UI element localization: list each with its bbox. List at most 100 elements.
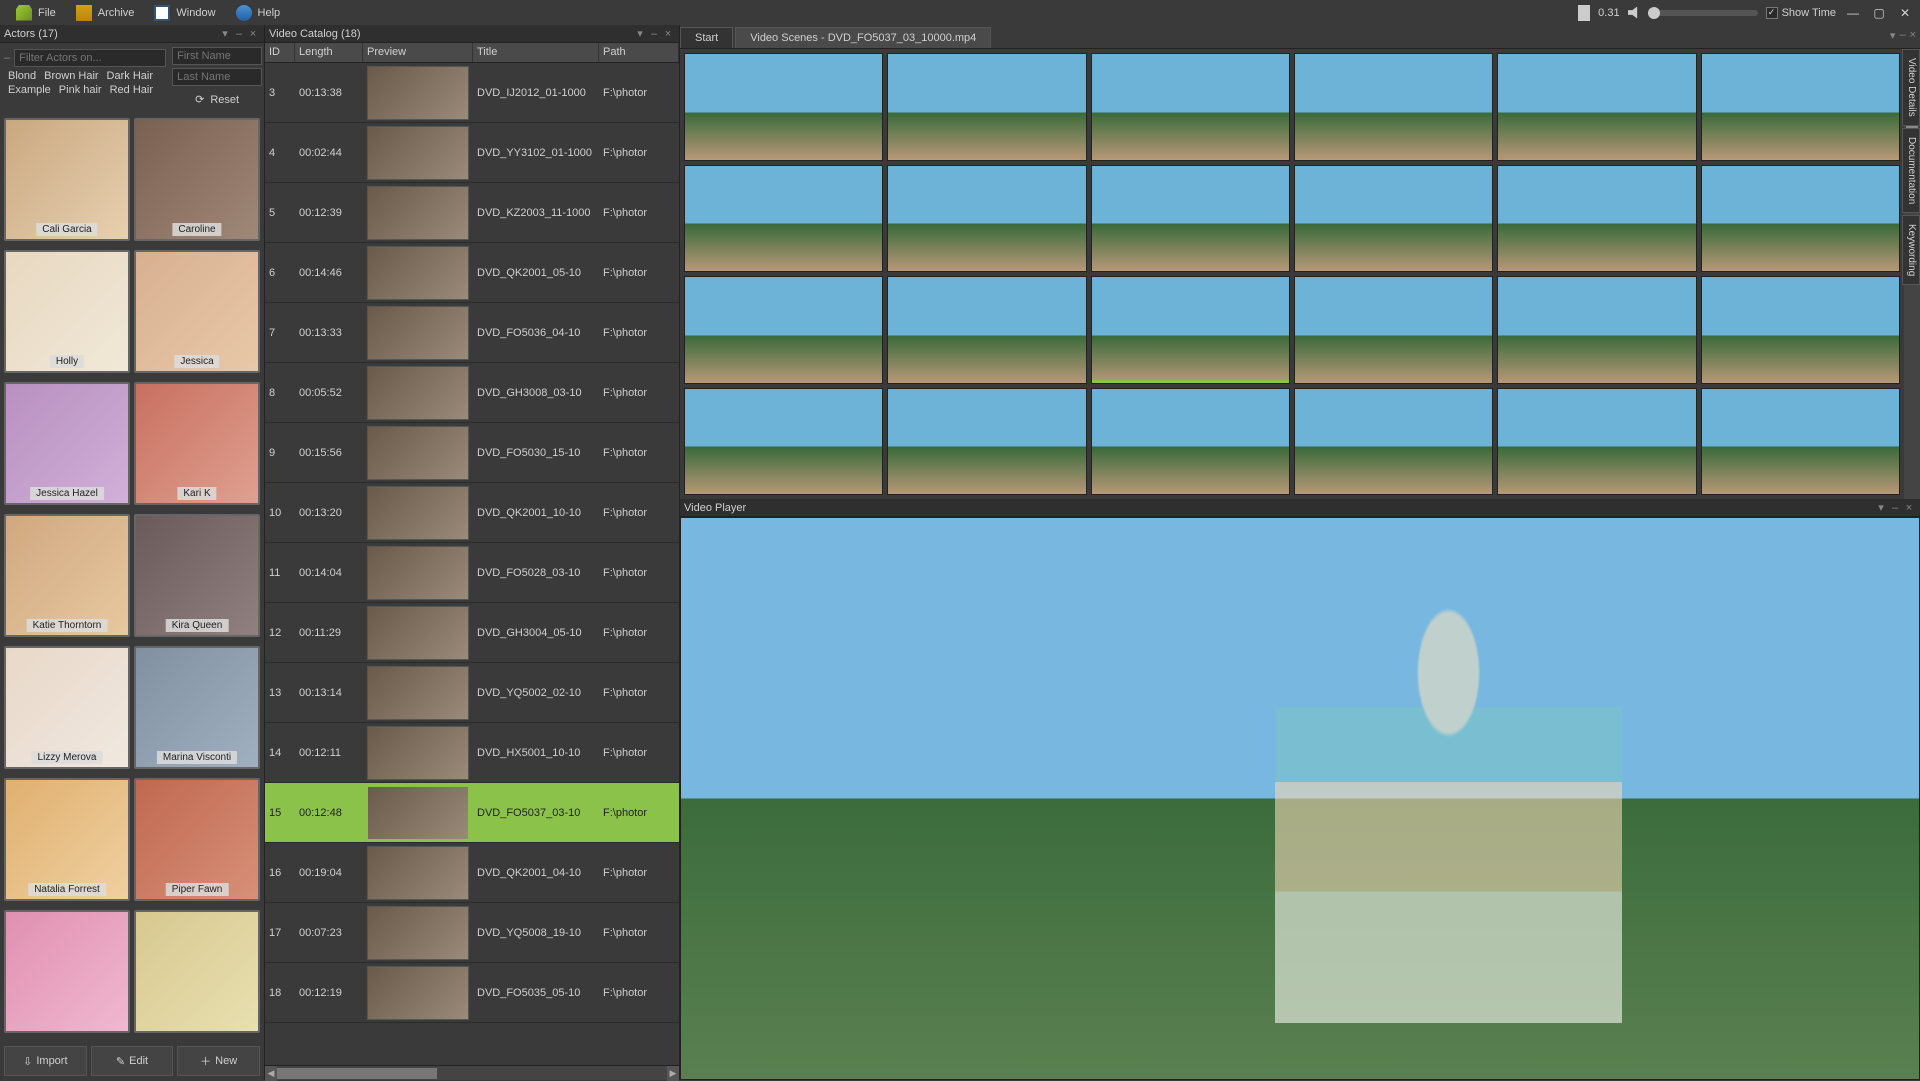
scene-thumb[interactable]	[1497, 53, 1696, 161]
menu-file[interactable]: File	[6, 2, 66, 24]
show-time-toggle[interactable]: Show Time	[1766, 7, 1836, 19]
catalog-row[interactable]: 1400:12:11DVD_HX5001_10-10F:\photor	[265, 723, 679, 783]
col-title[interactable]: Title	[473, 43, 599, 62]
actor-card[interactable]: Kira Queen	[134, 514, 260, 637]
filter-tag[interactable]: Blond	[4, 69, 40, 83]
scroll-left-icon[interactable]: ◀	[265, 1066, 277, 1081]
panel-dropdown-icon[interactable]: ▾	[218, 27, 232, 40]
scene-thumb[interactable]	[1294, 388, 1493, 496]
reset-button[interactable]: ⟳ Reset	[172, 89, 262, 110]
actor-card[interactable]: Katie Thorntorn	[4, 514, 130, 637]
actor-card[interactable]: Jessica	[134, 250, 260, 373]
catalog-row[interactable]: 1000:13:20DVD_QK2001_10-10F:\photor	[265, 483, 679, 543]
scene-thumb[interactable]	[1701, 53, 1900, 161]
scene-thumb[interactable]	[684, 276, 883, 384]
scene-thumb[interactable]	[1497, 276, 1696, 384]
scene-thumb[interactable]	[1701, 276, 1900, 384]
actor-card[interactable]: Cali Garcia	[4, 118, 130, 241]
actor-card[interactable]: Natalia Forrest	[4, 778, 130, 901]
catalog-row[interactable]: 500:12:39DVD_KZ2003_11-1000F:\photor	[265, 183, 679, 243]
last-name-input[interactable]	[172, 68, 262, 86]
panel-close-icon[interactable]: ×	[1902, 502, 1916, 514]
scene-thumb[interactable]	[1294, 165, 1493, 273]
import-button[interactable]: ⇩ Import	[4, 1046, 87, 1076]
catalog-row[interactable]: 1700:07:23DVD_YQ5008_19-10F:\photor	[265, 903, 679, 963]
scene-thumb[interactable]	[1294, 276, 1493, 384]
panel-minimize-icon[interactable]: –	[1899, 29, 1905, 42]
scene-thumb[interactable]	[1294, 53, 1493, 161]
scene-thumb[interactable]	[1091, 276, 1290, 384]
scene-thumb[interactable]	[1701, 165, 1900, 273]
col-length[interactable]: Length	[295, 43, 363, 62]
filter-tag[interactable]: Pink hair	[55, 83, 106, 97]
panel-dropdown-icon[interactable]: ▾	[1890, 29, 1896, 42]
catalog-row[interactable]: 800:05:52DVD_GH3008_03-10F:\photor	[265, 363, 679, 423]
filter-tag[interactable]: Brown Hair	[40, 69, 102, 83]
panel-close-icon[interactable]: ×	[1910, 29, 1916, 42]
volume-slider[interactable]	[1648, 10, 1758, 16]
catalog-row[interactable]: 600:14:46DVD_QK2001_05-10F:\photor	[265, 243, 679, 303]
col-id[interactable]: ID	[265, 43, 295, 62]
side-tab[interactable]: Keywording	[1902, 215, 1920, 285]
scene-thumb[interactable]	[684, 165, 883, 273]
panel-minimize-icon[interactable]: –	[647, 28, 661, 40]
scene-thumb[interactable]	[684, 388, 883, 496]
actor-card[interactable]: Kari K	[134, 382, 260, 505]
tab-start[interactable]: Start	[680, 27, 733, 48]
catalog-row[interactable]: 700:13:33DVD_FO5036_04-10F:\photor	[265, 303, 679, 363]
first-name-input[interactable]	[172, 47, 262, 65]
filter-tag[interactable]: Dark Hair	[103, 69, 157, 83]
catalog-row[interactable]: 900:15:56DVD_FO5030_15-10F:\photor	[265, 423, 679, 483]
catalog-row[interactable]: 400:02:44DVD_YY3102_01-1000F:\photor	[265, 123, 679, 183]
actor-card[interactable]	[4, 910, 130, 1033]
player-viewport[interactable]	[680, 517, 1920, 1080]
scene-thumb[interactable]	[1497, 165, 1696, 273]
scene-thumb[interactable]	[1701, 388, 1900, 496]
scene-thumb[interactable]	[684, 53, 883, 161]
catalog-row[interactable]: 1500:12:48DVD_FO5037_03-10F:\photor	[265, 783, 679, 843]
scene-thumb[interactable]	[887, 388, 1086, 496]
menu-archive[interactable]: Archive	[66, 2, 145, 24]
catalog-row[interactable]: 300:13:38DVD_IJ2012_01-1000F:\photor	[265, 63, 679, 123]
actor-card[interactable]: Lizzy Merova	[4, 646, 130, 769]
edit-button[interactable]: ✎ Edit	[91, 1046, 174, 1076]
tab-video-scenes[interactable]: Video Scenes - DVD_FO5037_03_10000.mp4	[735, 27, 991, 48]
scene-thumb[interactable]	[887, 165, 1086, 273]
filter-tag[interactable]: Example	[4, 83, 55, 97]
scene-thumb[interactable]	[1091, 53, 1290, 161]
panel-dropdown-icon[interactable]: ▾	[633, 27, 647, 40]
scroll-right-icon[interactable]: ▶	[667, 1066, 679, 1081]
minimize-button[interactable]: —	[1844, 6, 1862, 20]
menu-window[interactable]: Window	[144, 2, 225, 24]
catalog-row[interactable]: 1100:14:04DVD_FO5028_03-10F:\photor	[265, 543, 679, 603]
panel-close-icon[interactable]: ×	[246, 28, 260, 40]
col-preview[interactable]: Preview	[363, 43, 473, 62]
panel-minimize-icon[interactable]: –	[232, 28, 246, 40]
panel-dropdown-icon[interactable]: ▾	[1874, 501, 1888, 514]
catalog-row[interactable]: 1200:11:29DVD_GH3004_05-10F:\photor	[265, 603, 679, 663]
actor-card[interactable]: Holly	[4, 250, 130, 373]
scroll-thumb[interactable]	[277, 1068, 437, 1079]
catalog-hscrollbar[interactable]: ◀ ▶	[265, 1065, 679, 1080]
filter-tag[interactable]: Red Hair	[106, 83, 157, 97]
scene-thumb[interactable]	[1091, 388, 1290, 496]
panel-minimize-icon[interactable]: –	[1888, 502, 1902, 514]
panel-close-icon[interactable]: ×	[661, 28, 675, 40]
filter-remove-icon[interactable]: –	[4, 52, 10, 64]
scene-thumb[interactable]	[887, 53, 1086, 161]
scene-thumb[interactable]	[1091, 165, 1290, 273]
filter-input[interactable]	[14, 49, 166, 67]
side-tab[interactable]: Documentation	[1902, 128, 1920, 213]
col-path[interactable]: Path	[599, 43, 679, 62]
actor-card[interactable]	[134, 910, 260, 1033]
side-tab[interactable]: Video Details	[1902, 49, 1920, 126]
maximize-button[interactable]: ▢	[1870, 6, 1888, 20]
catalog-row[interactable]: 1800:12:19DVD_FO5035_05-10F:\photor	[265, 963, 679, 1023]
menu-help[interactable]: Help	[226, 2, 291, 24]
scene-thumb[interactable]	[1497, 388, 1696, 496]
catalog-row[interactable]: 1600:19:04DVD_QK2001_04-10F:\photor	[265, 843, 679, 903]
catalog-row[interactable]: 1300:13:14DVD_YQ5002_02-10F:\photor	[265, 663, 679, 723]
actor-card[interactable]: Piper Fawn	[134, 778, 260, 901]
scene-thumb[interactable]	[887, 276, 1086, 384]
close-button[interactable]: ✕	[1896, 6, 1914, 20]
